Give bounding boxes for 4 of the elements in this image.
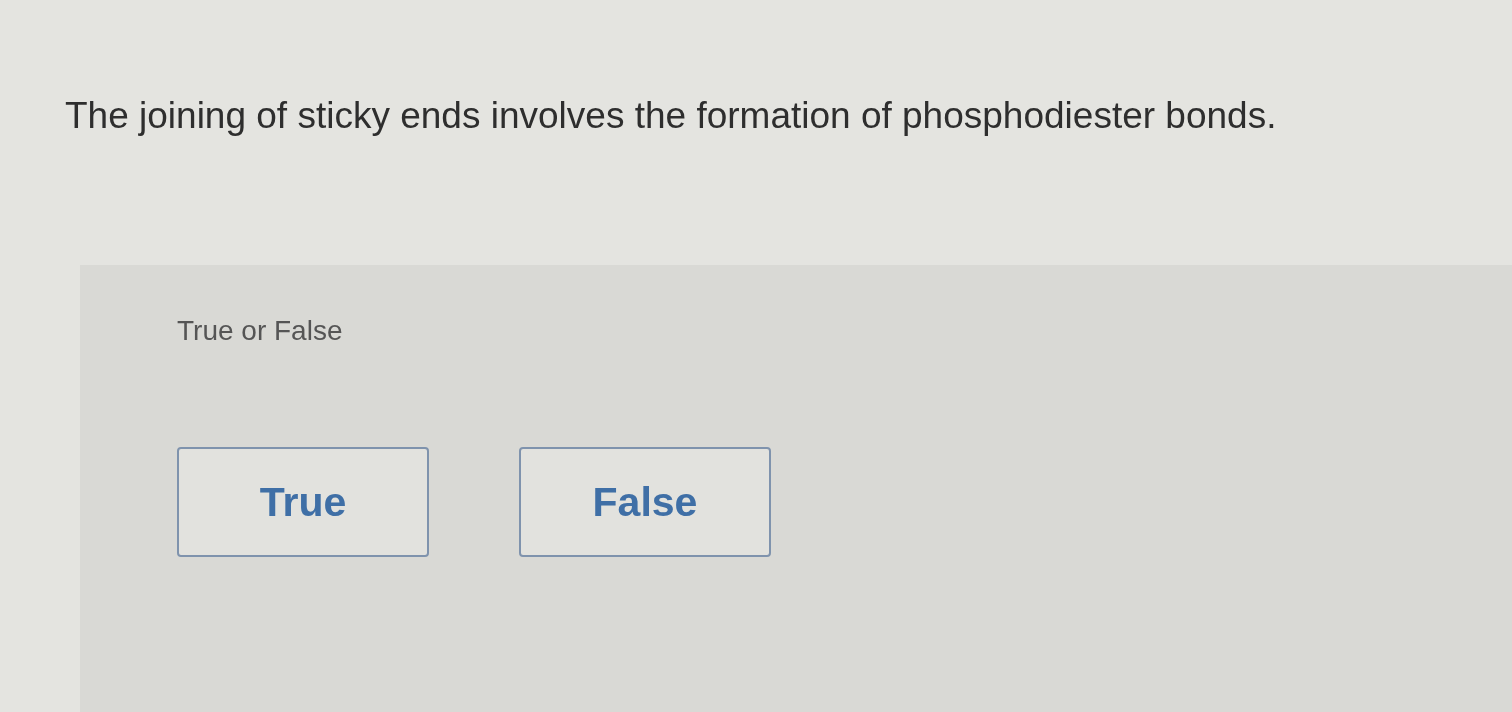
question-type-label: True or False	[177, 315, 343, 348]
question-text: The joining of sticky ends involves the formation of phosphodiester bonds.	[65, 94, 1277, 138]
answer-option-button[interactable]: False	[519, 447, 771, 558]
answer-option-button[interactable]: True	[177, 447, 429, 558]
